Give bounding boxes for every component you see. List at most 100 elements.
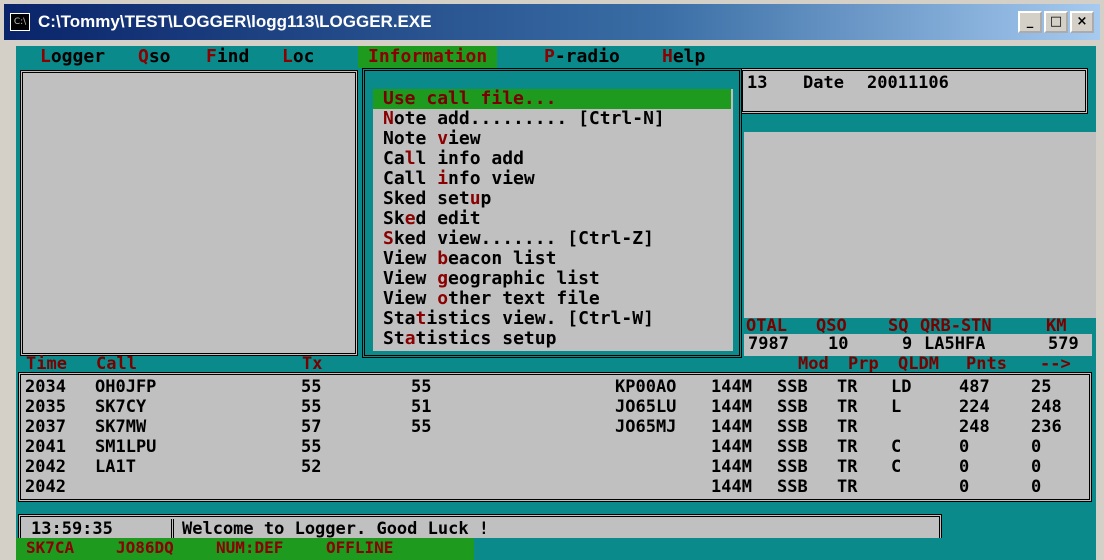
log-cell-band: 144M — [711, 437, 752, 457]
date-label: Date — [803, 73, 844, 93]
log-cell-band: 144M — [711, 377, 752, 397]
log-cell-mod: SSB — [777, 417, 808, 437]
totals-header-total: OTAL — [746, 316, 787, 336]
log-cell-last: 25 — [1031, 377, 1052, 397]
status-bar: SK7CA JO86DQ NUM:DEF OFFLINE — [16, 538, 1096, 560]
log-row[interactable]: 2034 OH0JFP 55 55 KP00AO 144M SSB TR LD 487 25 — [21, 377, 1089, 397]
log-header-pnts: Pnts — [966, 354, 1007, 374]
menu-help[interactable]: Help — [662, 46, 705, 68]
info-panel: 13 Date 20011106 — [740, 68, 1088, 114]
right-panel — [744, 132, 1096, 318]
menu-item-statistics-view[interactable]: Statistics view. [Ctrl-W] — [383, 309, 654, 329]
status-num: NUM:DEF — [216, 538, 284, 557]
menu-loc[interactable]: Loc — [282, 46, 315, 68]
log-cell-pnts: 487 — [959, 377, 990, 397]
log-cell-loc: KP00AO — [615, 377, 677, 397]
log-header-time: Time — [26, 354, 67, 374]
log-cell-last: 0 — [1031, 437, 1042, 457]
totals-header-qrb-stn: QRB-STN — [920, 316, 992, 336]
totals-km: 579 — [1048, 334, 1079, 354]
log-row[interactable]: 2042 144M SSB TR 0 0 — [21, 477, 1089, 497]
log-cell-last: 236 — [1031, 417, 1062, 437]
dropdown-list: Use call file... Note add......... [Ctrl-… — [373, 89, 733, 351]
log-cell-tx: 57 — [301, 417, 322, 437]
totals-values: 7987 10 9 LA5HFA 579 — [744, 334, 1092, 356]
log-cell-call: SM1LPU — [95, 437, 157, 457]
log-cell-call: LA1T — [95, 457, 136, 477]
menu-item-sked-view[interactable]: Sked view....... [Ctrl-Z] — [383, 229, 654, 249]
clock-time: 13:59:35 — [31, 519, 113, 539]
close-button[interactable]: × — [1070, 11, 1094, 33]
log-header-arrow: --> — [1040, 354, 1071, 374]
title-bar[interactable]: C:\ C:\Tommy\TEST\LOGGER\logg113\LOGGER.… — [4, 4, 1100, 40]
menu-item-use-call-file[interactable]: Use call file... — [373, 89, 731, 109]
menu-find[interactable]: Find — [206, 46, 249, 68]
log-table: 2034 OH0JFP 55 55 KP00AO 144M SSB TR LD 487 25 2035… — [18, 372, 1092, 502]
log-cell-mod: SSB — [777, 437, 808, 457]
menu-logger[interactable]: Logger — [40, 46, 105, 68]
menu-item-note-add[interactable]: Note add......... [Ctrl-N] — [383, 109, 665, 129]
log-cell-rx: 51 — [411, 397, 432, 417]
log-cell-time: 2035 — [25, 397, 66, 417]
log-cell-mod: SSB — [777, 477, 808, 497]
log-cell-prp: TR — [837, 437, 858, 457]
console-icon[interactable]: C:\ — [10, 13, 30, 31]
log-cell-prp: TR — [837, 377, 858, 397]
log-cell-time: 2042 — [25, 457, 66, 477]
log-cell-last: 248 — [1031, 397, 1062, 417]
menu-item-note-view[interactable]: Note view — [383, 129, 481, 149]
log-cell-loc: JO65LU — [615, 397, 677, 417]
menu-item-view-geographic-list[interactable]: View geographic list — [383, 269, 600, 289]
info-fragment: 13 — [747, 73, 768, 93]
log-row[interactable]: 2037 SK7MW 57 55 JO65MJ 144M SSB TR 248 236 — [21, 417, 1089, 437]
log-cell-mod: SSB — [777, 397, 808, 417]
log-header-qldm: QLDM — [898, 354, 939, 374]
console-area: Logger Qso Find Loc Information P-radio … — [16, 46, 1096, 560]
log-cell-prp: TR — [837, 397, 858, 417]
totals-header-qso: QSO — [816, 316, 847, 336]
log-cell-time: 2034 — [25, 377, 66, 397]
totals-total: 7987 — [748, 334, 789, 354]
minimize-button[interactable]: _ — [1018, 11, 1042, 33]
log-cell-time: 2041 — [25, 437, 66, 457]
menu-item-sked-setup[interactable]: Sked setup — [383, 189, 491, 209]
log-cell-pnts: 0 — [959, 477, 970, 497]
log-row[interactable]: 2041 SM1LPU 55 144M SSB TR C 0 0 — [21, 437, 1089, 457]
menu-bar: Logger Qso Find Loc Information P-radio … — [16, 46, 1096, 68]
log-header-prp: Prp — [848, 354, 879, 374]
log-cell-rx: 55 — [411, 417, 432, 437]
menu-qso[interactable]: Qso — [138, 46, 171, 68]
log-cell-pnts: 0 — [959, 437, 970, 457]
menu-information[interactable]: Information — [358, 46, 498, 68]
log-cell-last: 0 — [1031, 457, 1042, 477]
log-header-call: Call — [96, 354, 137, 374]
log-cell-tx: 55 — [301, 377, 322, 397]
menu-item-view-beacon-list[interactable]: View beacon list — [383, 249, 556, 269]
menu-p-radio[interactable]: P-radio — [544, 46, 620, 68]
log-cell-loc: JO65MJ — [615, 417, 677, 437]
log-cell-q: C — [891, 457, 902, 477]
log-cell-mod: SSB — [777, 377, 808, 397]
log-row[interactable]: 2035 SK7CY 55 51 JO65LU 144M SSB TR L 224 248 — [21, 397, 1089, 417]
menu-item-call-info-add[interactable]: Call info add — [383, 149, 524, 169]
status-mode: OFFLINE — [326, 538, 394, 557]
log-cell-prp: TR — [837, 477, 858, 497]
log-cell-q: C — [891, 437, 902, 457]
log-cell-call: OH0JFP — [95, 377, 157, 397]
information-dropdown: Use call file... Note add......... [Ctrl-… — [362, 68, 742, 358]
log-cell-time: 2042 — [25, 477, 66, 497]
log-row[interactable]: 2042 LA1T 52 144M SSB TR C 0 0 — [21, 457, 1089, 477]
log-cell-last: 0 — [1031, 477, 1042, 497]
maximize-button[interactable]: □ — [1044, 11, 1068, 33]
menu-item-view-other-text-file[interactable]: View other text file — [383, 289, 600, 309]
log-cell-tx: 52 — [301, 457, 322, 477]
menu-item-call-info-view[interactable]: Call info view — [383, 169, 535, 189]
application-window: C:\ C:\Tommy\TEST\LOGGER\logg113\LOGGER.… — [0, 0, 1104, 560]
log-header-mod: Mod — [798, 354, 829, 374]
menu-item-sked-edit[interactable]: Sked edit — [383, 209, 481, 229]
date-value: 20011106 — [867, 73, 949, 93]
welcome-message: Welcome to Logger. Good Luck ! — [171, 519, 489, 539]
log-cell-q: LD — [891, 377, 912, 397]
log-cell-pnts: 224 — [959, 397, 990, 417]
menu-item-statistics-setup[interactable]: Statistics setup — [383, 329, 556, 349]
